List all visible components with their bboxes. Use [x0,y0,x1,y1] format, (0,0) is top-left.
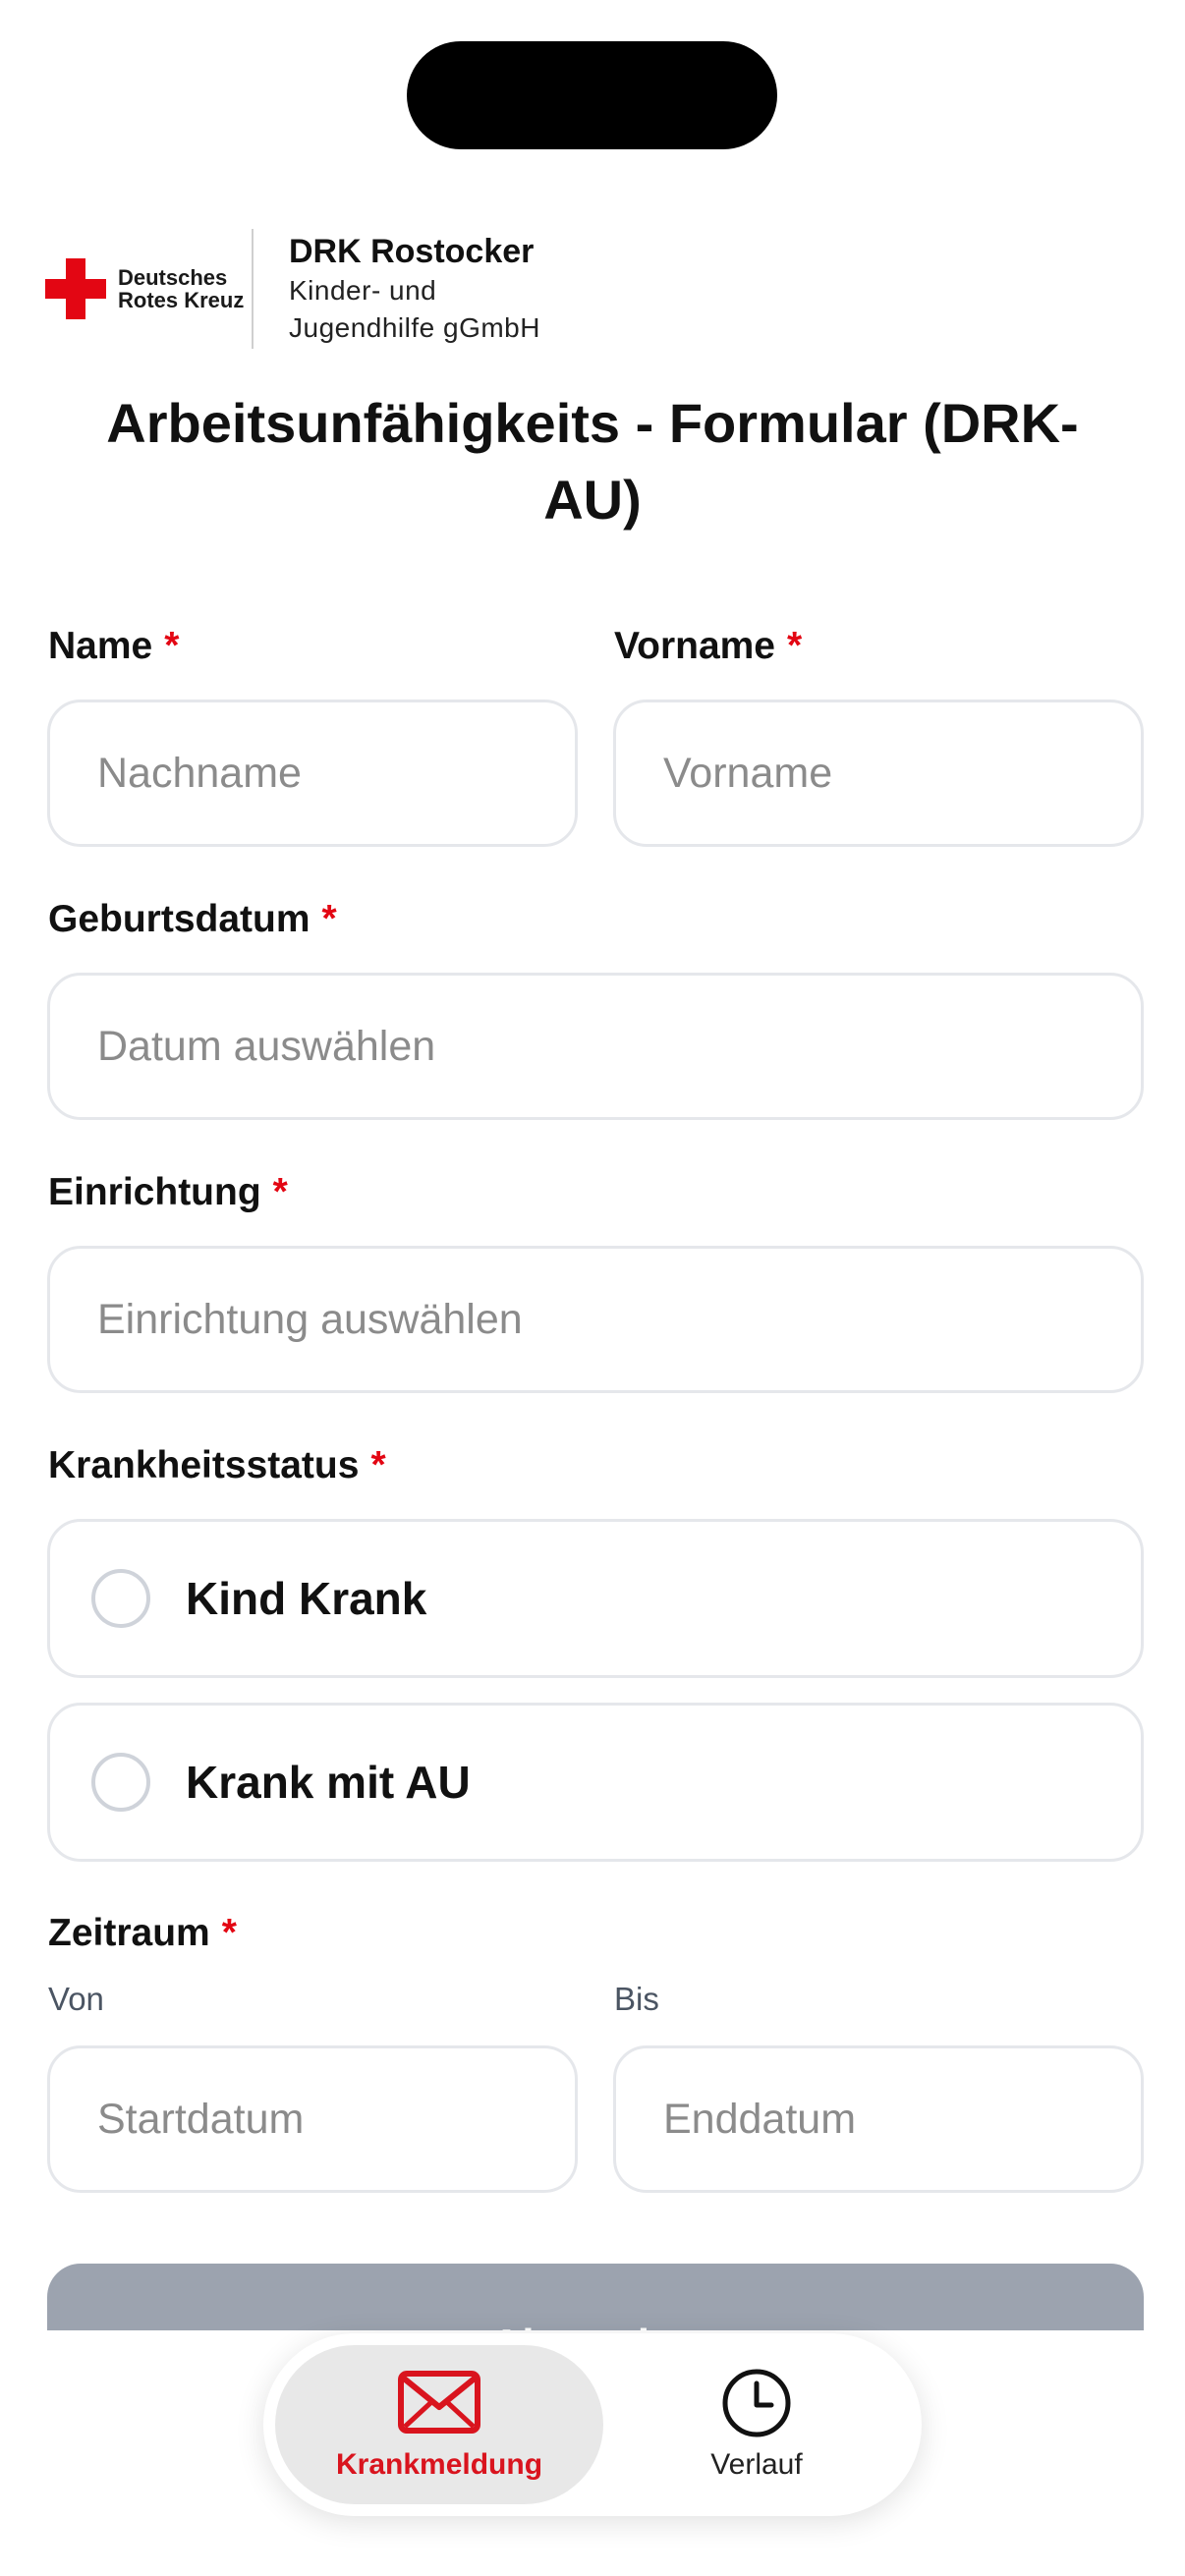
radio-option-label: Kind Krank [186,1573,427,1624]
geburtsdatum-label: Geburtsdatum * [48,898,337,941]
startdatum-field[interactable] [47,2045,578,2193]
nachname-input[interactable] [97,749,575,798]
von-label: Von [48,1981,104,2017]
einrichtung-label-text: Einrichtung [48,1171,261,1213]
zeitraum-label: Zeitraum * [48,1912,237,1955]
required-marker: * [787,625,803,667]
page-title: Arbeitsunfähigkeits - Formular (DRK-AU) [106,392,1079,531]
tab-label: Krankmeldung [335,2448,543,2481]
logo-divider [252,229,254,349]
clock-icon [722,2369,791,2437]
radio-option-kind-krank[interactable]: Kind Krank [47,1519,1144,1678]
bis-label: Bis [614,1981,659,2017]
startdatum-input[interactable] [97,2095,575,2144]
required-marker: * [272,1171,288,1213]
mail-icon [398,2371,480,2434]
vorname-label: Vorname * [614,625,802,668]
einrichtung-select[interactable] [97,1295,1141,1344]
drk-wordmark: Deutsches Rotes Kreuz [118,265,245,312]
geburtsdatum-field[interactable] [47,973,1144,1120]
enddatum-field[interactable] [613,2045,1144,2193]
org-subtitle-line-1: Kinder- und [289,275,437,306]
vorname-label-text: Vorname [614,625,775,667]
einrichtung-label: Einrichtung * [48,1171,288,1214]
org-subtitle-line-2: Jugendhilfe gGmbH [289,312,540,343]
radio-option-krank-mit-au[interactable]: Krank mit AU [47,1703,1144,1862]
tab-krankmeldung[interactable]: Krankmeldung [275,2345,603,2504]
zeitraum-label-text: Zeitraum [48,1912,210,1954]
header-logo: Deutsches Rotes Kreuz DRK Rostocker Kind… [45,229,540,349]
geburtsdatum-label-text: Geburtsdatum [48,898,310,940]
bottom-tab-bar: Krankmeldung Verlauf [263,2333,922,2516]
tab-label: Verlauf [710,2448,803,2481]
org-name: DRK Rostocker [289,233,535,270]
krankheitsstatus-label: Krankheitsstatus * [48,1444,386,1487]
vorname-input[interactable] [663,749,1141,798]
required-marker: * [321,898,337,940]
radio-circle-icon[interactable] [91,1569,150,1628]
radio-option-label: Krank mit AU [186,1757,471,1808]
required-marker: * [221,1912,237,1954]
radio-circle-icon[interactable] [91,1753,150,1812]
org-info: DRK Rostocker Kinder- und Jugendhilfe gG… [289,231,540,347]
vorname-field[interactable] [613,700,1144,847]
dynamic-island [407,41,777,149]
red-cross-icon [45,258,106,319]
geburtsdatum-input[interactable] [97,1022,1141,1071]
required-marker: * [164,625,180,667]
name-label-text: Name [48,625,153,667]
krankheitsstatus-label-text: Krankheitsstatus [48,1444,360,1486]
enddatum-input[interactable] [663,2095,1141,2144]
name-label: Name * [48,625,179,668]
tab-verlauf[interactable]: Verlauf [603,2345,910,2504]
einrichtung-field[interactable] [47,1246,1144,1393]
nachname-field[interactable] [47,700,578,847]
required-marker: * [370,1444,386,1486]
